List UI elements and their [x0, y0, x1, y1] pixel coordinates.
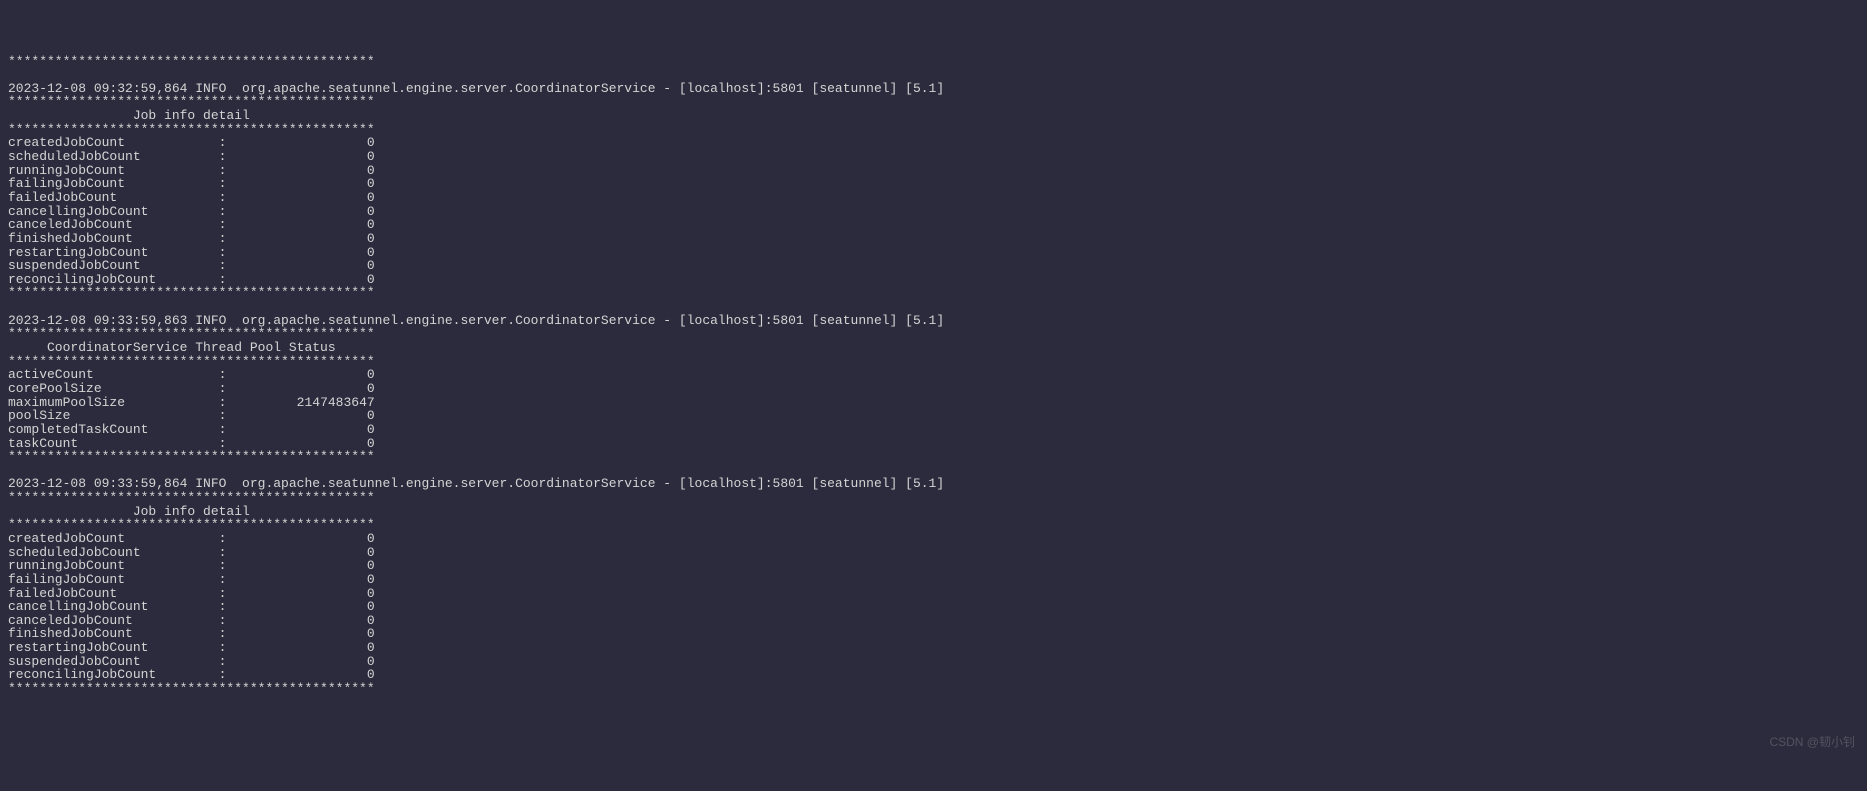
star-line: ****************************************… — [8, 681, 375, 696]
terminal-output: ****************************************… — [0, 55, 1867, 696]
watermark-text: CSDN @韧小钊 — [1769, 736, 1855, 749]
star-line: ****************************************… — [8, 54, 375, 69]
star-line: ****************************************… — [8, 449, 375, 464]
star-line: ****************************************… — [8, 285, 375, 300]
